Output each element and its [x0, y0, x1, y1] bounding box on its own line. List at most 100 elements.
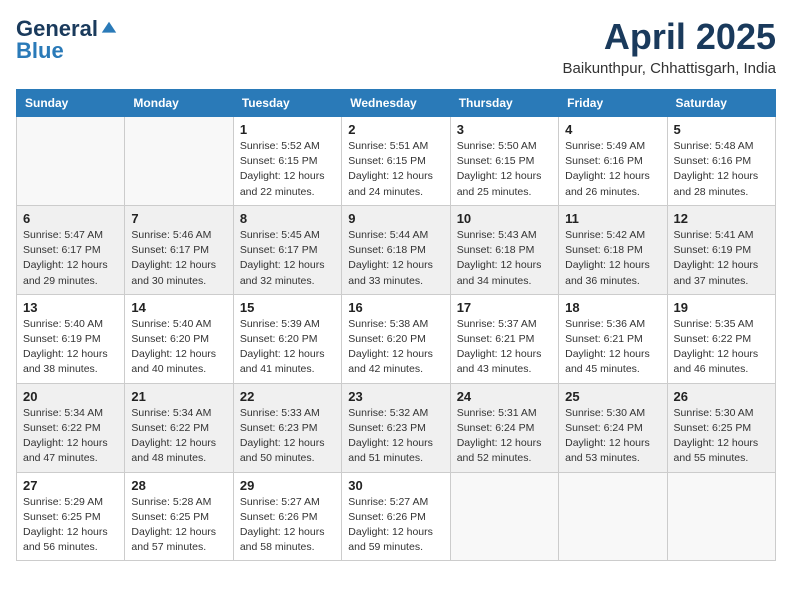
calendar-cell: 12 Sunrise: 5:41 AMSunset: 6:19 PMDayligh…: [667, 205, 775, 294]
calendar-cell: 4 Sunrise: 5:49 AMSunset: 6:16 PMDaylight…: [559, 117, 667, 206]
day-number: 18: [565, 300, 660, 315]
header-thursday: Thursday: [450, 90, 558, 117]
calendar-cell: 6 Sunrise: 5:47 AMSunset: 6:17 PMDaylight…: [17, 205, 125, 294]
calendar-cell: [667, 472, 775, 561]
day-info: Sunrise: 5:30 AMSunset: 6:25 PMDaylight:…: [674, 406, 769, 467]
day-info: Sunrise: 5:32 AMSunset: 6:23 PMDaylight:…: [348, 406, 443, 467]
calendar-cell: [17, 117, 125, 206]
day-info: Sunrise: 5:48 AMSunset: 6:16 PMDaylight:…: [674, 139, 769, 200]
day-info: Sunrise: 5:29 AMSunset: 6:25 PMDaylight:…: [23, 495, 118, 556]
day-number: 27: [23, 478, 118, 493]
title-block: April 2025 Baikunthpur, Chhattisgarh, In…: [563, 16, 776, 77]
day-info: Sunrise: 5:38 AMSunset: 6:20 PMDaylight:…: [348, 317, 443, 378]
calendar-cell: 18 Sunrise: 5:36 AMSunset: 6:21 PMDayligh…: [559, 294, 667, 383]
day-info: Sunrise: 5:52 AMSunset: 6:15 PMDaylight:…: [240, 139, 335, 200]
day-info: Sunrise: 5:40 AMSunset: 6:20 PMDaylight:…: [131, 317, 226, 378]
calendar-week-row: 27 Sunrise: 5:29 AMSunset: 6:25 PMDayligh…: [17, 472, 776, 561]
calendar-cell: 2Sunrise: 5:51 AMSunset: 6:15 PMDaylight…: [342, 117, 450, 206]
day-number: 5: [674, 122, 769, 137]
day-info: Sunrise: 5:42 AMSunset: 6:18 PMDaylight:…: [565, 228, 660, 289]
calendar-cell: 23 Sunrise: 5:32 AMSunset: 6:23 PMDayligh…: [342, 383, 450, 472]
day-number: 6: [23, 211, 118, 226]
calendar-week-row: 6 Sunrise: 5:47 AMSunset: 6:17 PMDaylight…: [17, 205, 776, 294]
calendar-cell: 14 Sunrise: 5:40 AMSunset: 6:20 PMDayligh…: [125, 294, 233, 383]
day-number: 8: [240, 211, 335, 226]
day-number: 4: [565, 122, 660, 137]
calendar-cell: 5 Sunrise: 5:48 AMSunset: 6:16 PMDaylight…: [667, 117, 775, 206]
calendar-cell: 10Sunrise: 5:43 AMSunset: 6:18 PMDayligh…: [450, 205, 558, 294]
calendar-cell: 7 Sunrise: 5:46 AMSunset: 6:17 PMDaylight…: [125, 205, 233, 294]
day-number: 10: [457, 211, 552, 226]
day-number: 9: [348, 211, 443, 226]
calendar-cell: 17 Sunrise: 5:37 AMSunset: 6:21 PMDayligh…: [450, 294, 558, 383]
calendar-cell: 29Sunrise: 5:27 AMSunset: 6:26 PMDayligh…: [233, 472, 341, 561]
calendar-cell: 9 Sunrise: 5:44 AMSunset: 6:18 PMDaylight…: [342, 205, 450, 294]
day-number: 13: [23, 300, 118, 315]
calendar-cell: [559, 472, 667, 561]
calendar-cell: 21Sunrise: 5:34 AMSunset: 6:22 PMDayligh…: [125, 383, 233, 472]
day-number: 24: [457, 389, 552, 404]
day-number: 19: [674, 300, 769, 315]
calendar-cell: 8Sunrise: 5:45 AMSunset: 6:17 PMDaylight…: [233, 205, 341, 294]
day-info: Sunrise: 5:34 AMSunset: 6:22 PMDaylight:…: [131, 406, 226, 467]
day-info: Sunrise: 5:39 AMSunset: 6:20 PMDaylight:…: [240, 317, 335, 378]
calendar-cell: 28 Sunrise: 5:28 AMSunset: 6:25 PMDayligh…: [125, 472, 233, 561]
day-info: Sunrise: 5:31 AMSunset: 6:24 PMDaylight:…: [457, 406, 552, 467]
day-info: Sunrise: 5:27 AMSunset: 6:26 PMDaylight:…: [348, 495, 443, 556]
day-number: 7: [131, 211, 226, 226]
day-info: Sunrise: 5:44 AMSunset: 6:18 PMDaylight:…: [348, 228, 443, 289]
location-subtitle: Baikunthpur, Chhattisgarh, India: [563, 60, 776, 77]
day-info: Sunrise: 5:33 AMSunset: 6:23 PMDaylight:…: [240, 406, 335, 467]
calendar-week-row: 13 Sunrise: 5:40 AMSunset: 6:19 PMDayligh…: [17, 294, 776, 383]
page-header: General Blue April 2025 Baikunthpur, Chh…: [16, 16, 776, 77]
logo-icon: [100, 20, 118, 38]
calendar-table: Sunday Monday Tuesday Wednesday Thursday…: [16, 89, 776, 561]
day-info: Sunrise: 5:47 AMSunset: 6:17 PMDaylight:…: [23, 228, 118, 289]
header-sunday: Sunday: [17, 90, 125, 117]
day-number: 30: [348, 478, 443, 493]
day-number: 15: [240, 300, 335, 315]
day-info: Sunrise: 5:49 AMSunset: 6:16 PMDaylight:…: [565, 139, 660, 200]
day-info: Sunrise: 5:36 AMSunset: 6:21 PMDaylight:…: [565, 317, 660, 378]
day-number: 20: [23, 389, 118, 404]
day-info: Sunrise: 5:50 AMSunset: 6:15 PMDaylight:…: [457, 139, 552, 200]
day-number: 28: [131, 478, 226, 493]
calendar-cell: 13 Sunrise: 5:40 AMSunset: 6:19 PMDayligh…: [17, 294, 125, 383]
calendar-cell: 15 Sunrise: 5:39 AMSunset: 6:20 PMDayligh…: [233, 294, 341, 383]
header-tuesday: Tuesday: [233, 90, 341, 117]
calendar-cell: 25 Sunrise: 5:30 AMSunset: 6:24 PMDayligh…: [559, 383, 667, 472]
day-info: Sunrise: 5:34 AMSunset: 6:22 PMDaylight:…: [23, 406, 118, 467]
day-number: 17: [457, 300, 552, 315]
calendar-cell: 30 Sunrise: 5:27 AMSunset: 6:26 PMDayligh…: [342, 472, 450, 561]
day-number: 1: [240, 122, 335, 137]
day-number: 11: [565, 211, 660, 226]
day-number: 25: [565, 389, 660, 404]
day-info: Sunrise: 5:41 AMSunset: 6:19 PMDaylight:…: [674, 228, 769, 289]
day-number: 2: [348, 122, 443, 137]
calendar-week-row: 20 Sunrise: 5:34 AMSunset: 6:22 PMDayligh…: [17, 383, 776, 472]
day-info: Sunrise: 5:30 AMSunset: 6:24 PMDaylight:…: [565, 406, 660, 467]
day-number: 12: [674, 211, 769, 226]
day-number: 16: [348, 300, 443, 315]
calendar-cell: 19 Sunrise: 5:35 AMSunset: 6:22 PMDayligh…: [667, 294, 775, 383]
day-number: 14: [131, 300, 226, 315]
day-info: Sunrise: 5:28 AMSunset: 6:25 PMDaylight:…: [131, 495, 226, 556]
day-info: Sunrise: 5:46 AMSunset: 6:17 PMDaylight:…: [131, 228, 226, 289]
calendar-cell: 26Sunrise: 5:30 AMSunset: 6:25 PMDayligh…: [667, 383, 775, 472]
calendar-cell: 20 Sunrise: 5:34 AMSunset: 6:22 PMDayligh…: [17, 383, 125, 472]
day-number: 22: [240, 389, 335, 404]
day-number: 23: [348, 389, 443, 404]
calendar-cell: 3 Sunrise: 5:50 AMSunset: 6:15 PMDaylight…: [450, 117, 558, 206]
day-info: Sunrise: 5:27 AMSunset: 6:26 PMDaylight:…: [240, 495, 335, 556]
calendar-cell: 27 Sunrise: 5:29 AMSunset: 6:25 PMDayligh…: [17, 472, 125, 561]
day-number: 3: [457, 122, 552, 137]
calendar-cell: 22 Sunrise: 5:33 AMSunset: 6:23 PMDayligh…: [233, 383, 341, 472]
day-info: Sunrise: 5:35 AMSunset: 6:22 PMDaylight:…: [674, 317, 769, 378]
header-friday: Friday: [559, 90, 667, 117]
header-wednesday: Wednesday: [342, 90, 450, 117]
day-info: Sunrise: 5:40 AMSunset: 6:19 PMDaylight:…: [23, 317, 118, 378]
calendar-cell: 16 Sunrise: 5:38 AMSunset: 6:20 PMDayligh…: [342, 294, 450, 383]
logo-blue: Blue: [16, 38, 64, 64]
calendar-cell: 1 Sunrise: 5:52 AMSunset: 6:15 PMDaylight…: [233, 117, 341, 206]
day-info: Sunrise: 5:37 AMSunset: 6:21 PMDaylight:…: [457, 317, 552, 378]
